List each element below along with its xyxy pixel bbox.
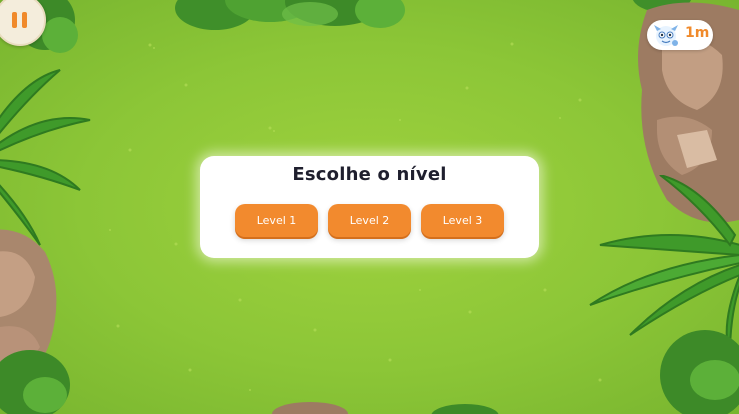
panel-title: Escolhe o nível	[292, 164, 447, 185]
bottom-bush	[431, 404, 499, 414]
level-3-button[interactable]: Level 3	[421, 204, 504, 237]
left-palm	[0, 69, 91, 246]
bottom-rock	[272, 402, 348, 414]
right-bottom-bush	[660, 330, 739, 414]
left-bottom-bush	[0, 350, 70, 414]
level-1-button[interactable]: Level 1	[235, 204, 318, 237]
timer-badge: 1m	[647, 20, 713, 50]
timer-text: 1m	[685, 25, 710, 41]
top-bush	[175, 0, 405, 30]
level-2-button[interactable]: Level 2	[328, 204, 411, 237]
level-select-panel: Escolhe o nível Level 1 Level 2 Level 3	[200, 156, 539, 258]
mascot-icon	[654, 25, 678, 46]
